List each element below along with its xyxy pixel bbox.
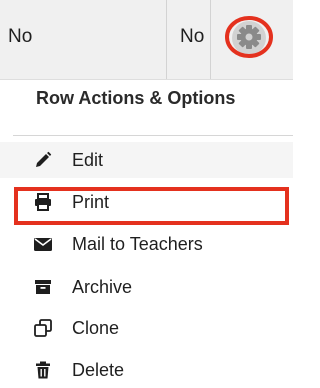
menu-item-mail-to-teachers[interactable]: Mail to Teachers (0, 226, 293, 262)
archive-box-icon (34, 278, 52, 296)
table-row: No No (0, 0, 293, 80)
menu-item-label: Clone (72, 318, 120, 338)
menu-item-label: Delete (72, 360, 125, 380)
menu-item-label: Edit (72, 150, 104, 170)
envelope-icon (34, 235, 52, 253)
cell-divider (210, 0, 211, 79)
menu-title: Row Actions & Options (36, 88, 236, 108)
trash-icon (34, 361, 52, 379)
menu-item-archive[interactable]: Archive (0, 269, 293, 305)
menu-item-edit[interactable]: Edit (0, 142, 293, 178)
menu-item-clone[interactable]: Clone (0, 310, 293, 346)
archive-highlight-annotation (14, 187, 289, 225)
row-actions-menu: Row Actions & Options Edit Print Mail to… (0, 80, 293, 381)
menu-item-label: Mail to Teachers (72, 234, 203, 254)
table-cell: No (180, 26, 205, 47)
menu-divider (13, 135, 293, 136)
menu-item-label: Archive (72, 277, 133, 297)
cell-divider (166, 0, 167, 79)
table-cell: No (8, 26, 33, 47)
gear-icon (225, 16, 273, 58)
clone-icon (34, 319, 52, 337)
pencil-icon (34, 151, 52, 169)
menu-item-delete[interactable]: Delete (0, 352, 293, 388)
row-options-button[interactable] (224, 13, 274, 63)
